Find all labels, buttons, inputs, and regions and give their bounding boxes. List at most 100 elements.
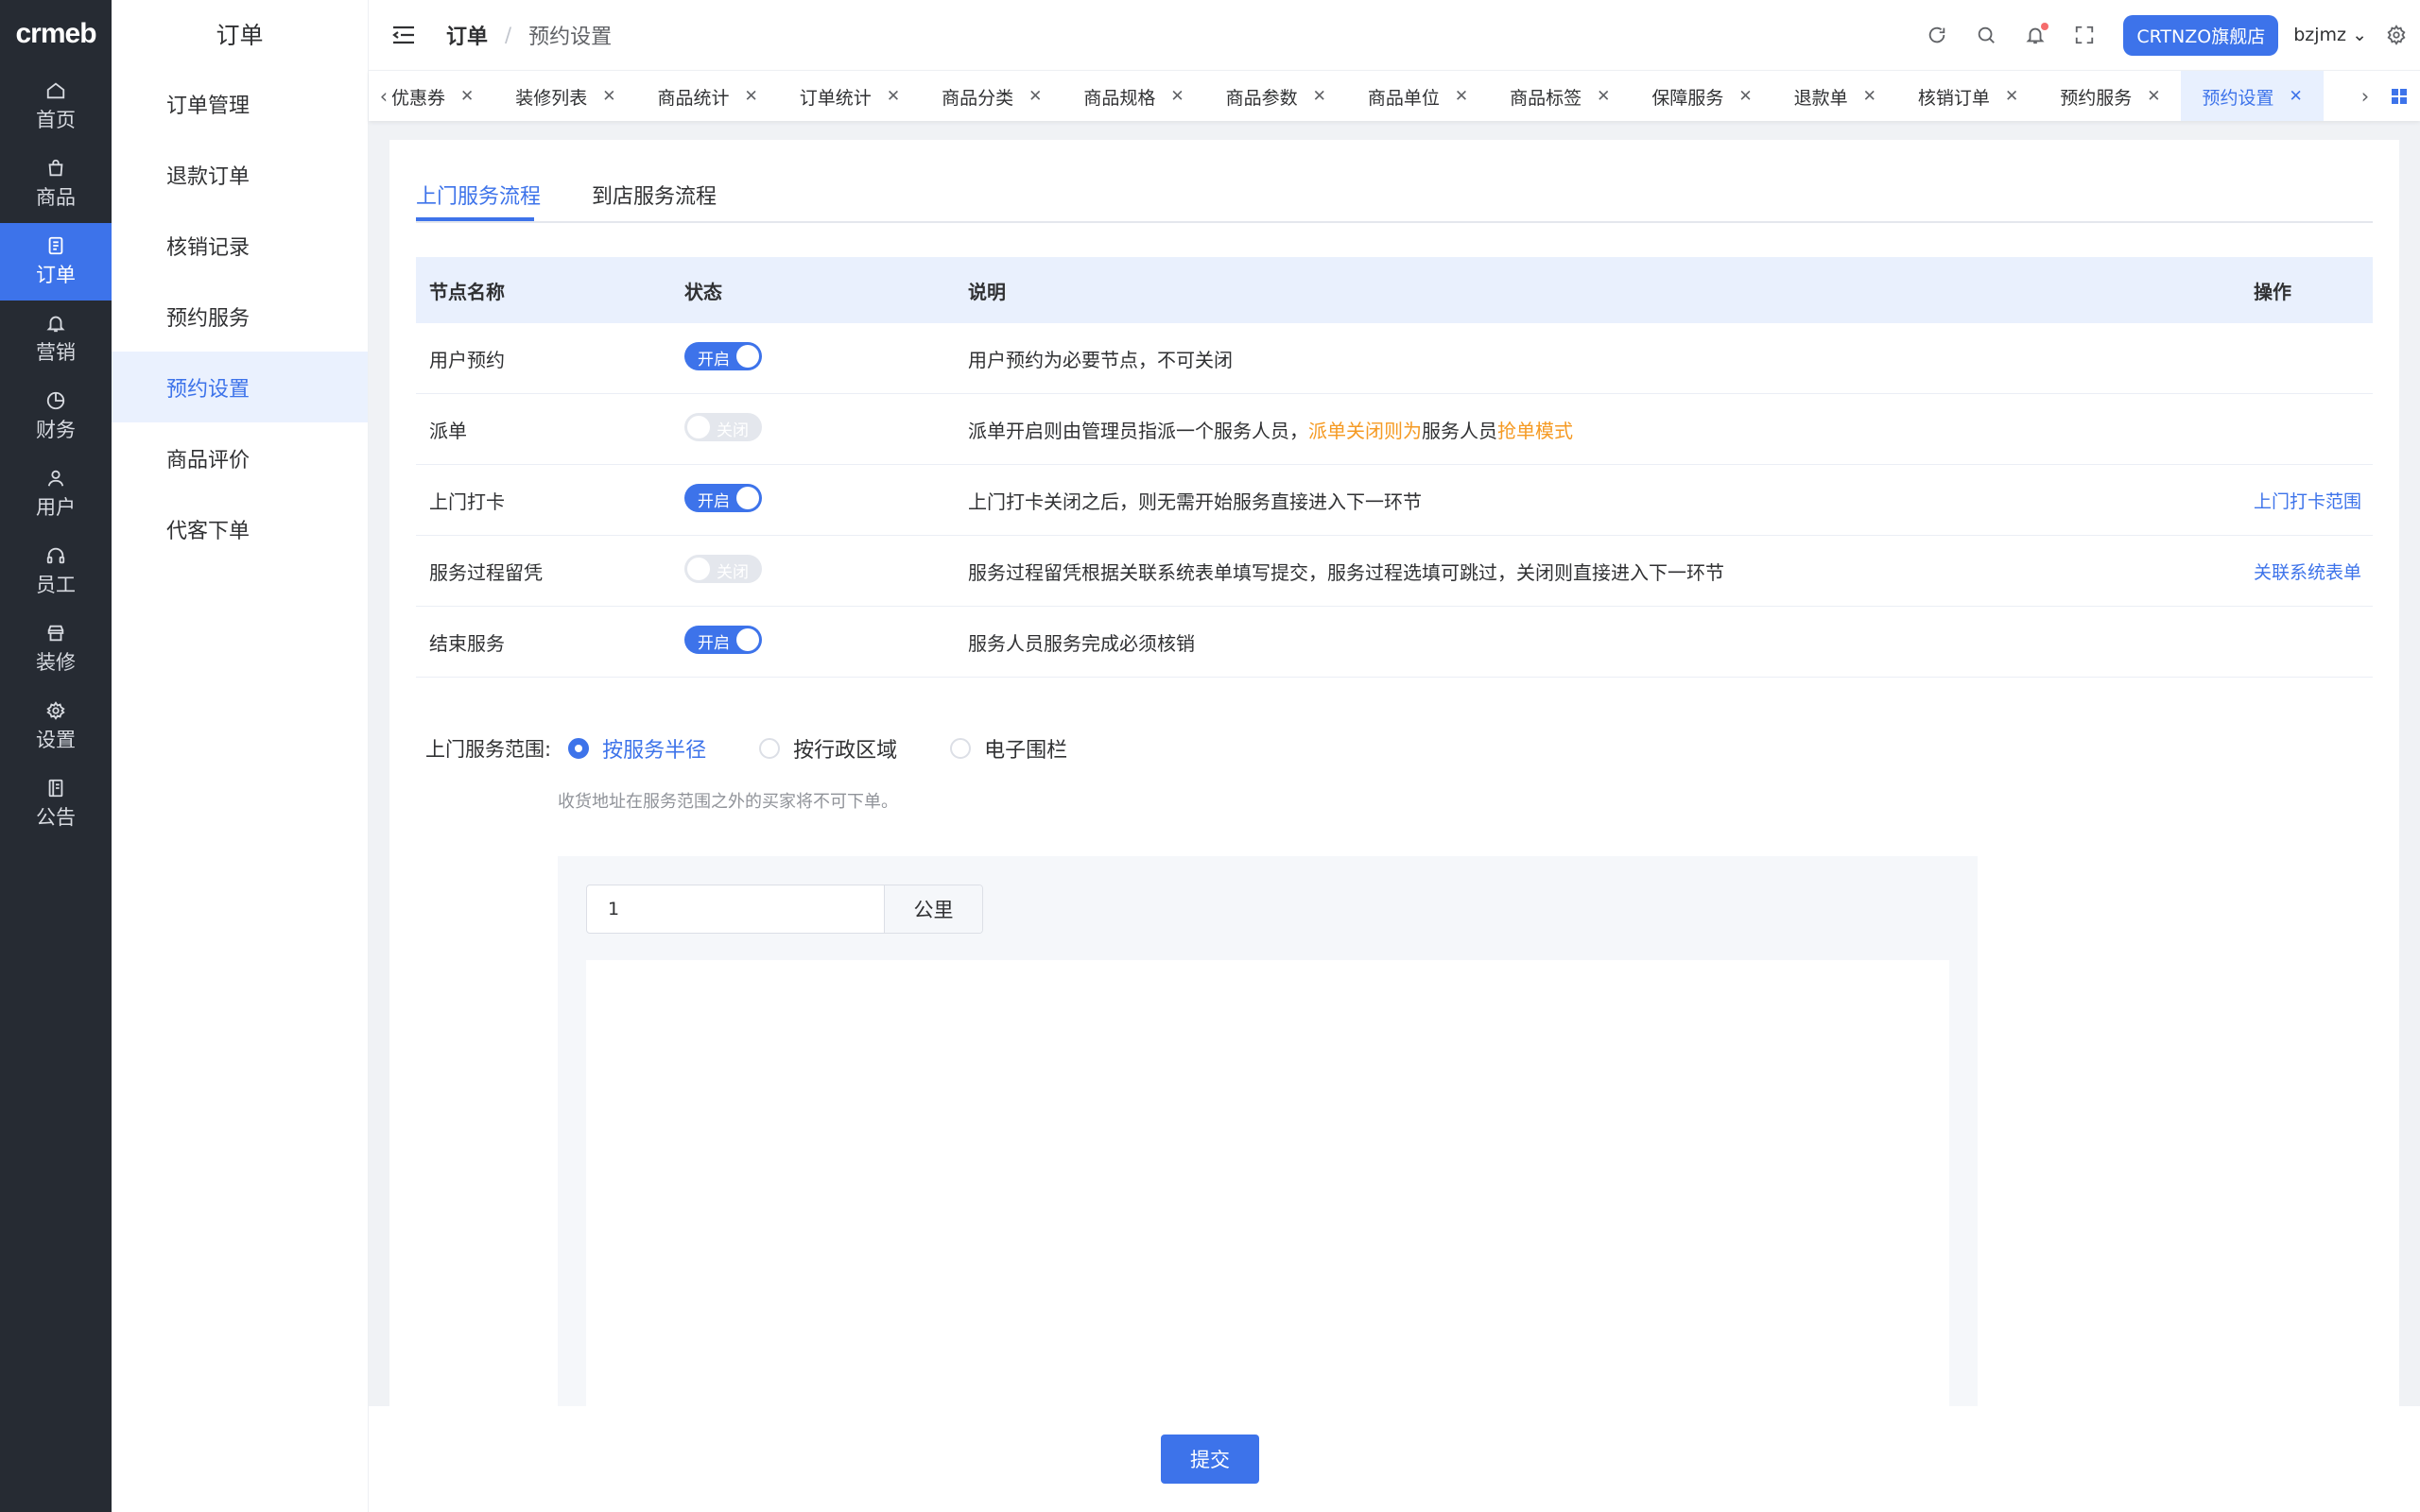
close-icon[interactable]: ✕ <box>1170 87 1184 106</box>
close-icon[interactable]: ✕ <box>1313 87 1326 106</box>
primary-sidebar: crmeb 首页 商品 订单 营销 财务 用户 员工 装修 设置 公告 <box>0 0 112 1512</box>
status-toggle[interactable]: 开启 <box>684 341 762 370</box>
page-tab[interactable]: 商品规格 ✕ <box>1063 71 1204 121</box>
radio-administrative-region[interactable]: 按行政区域 <box>759 733 897 764</box>
tab-store-service-flow[interactable]: 到店服务流程 <box>592 180 717 210</box>
breadcrumb-main[interactable]: 订单 <box>446 20 488 50</box>
submenu-item-verification-records[interactable]: 核销记录 <box>112 210 368 281</box>
column-header-action: 操作 <box>2254 280 2291 303</box>
rail-item-label: 设置 <box>36 729 76 751</box>
search-icon[interactable] <box>1976 25 1996 45</box>
notification-dot <box>2041 23 2049 30</box>
desc-highlight: 派单关闭则为 <box>1308 419 1422 442</box>
radio-service-radius[interactable]: 按服务半径 <box>568 733 706 764</box>
status-toggle[interactable]: 开启 <box>684 483 762 512</box>
store-switch-button[interactable]: CRTNZO旗舰店 <box>2123 14 2279 56</box>
rail-item-notice[interactable]: 公告 <box>0 765 112 843</box>
page-tab[interactable]: 商品单位 ✕ <box>1347 71 1489 121</box>
rail-item-label: 财务 <box>36 419 76 441</box>
submit-button[interactable]: 提交 <box>1161 1435 1259 1484</box>
rail-item-orders[interactable]: 订单 <box>0 223 112 301</box>
page-tab-active[interactable]: 预约设置 ✕ <box>2181 71 2324 121</box>
close-icon[interactable]: ✕ <box>602 87 615 106</box>
distance-input[interactable]: 1 <box>587 885 884 933</box>
tab-label: 退款单 <box>1793 87 1848 109</box>
rail-item-products[interactable]: 商品 <box>0 146 112 223</box>
close-icon[interactable]: ✕ <box>1863 87 1876 106</box>
close-icon[interactable]: ✕ <box>2005 87 2018 106</box>
tab-home-service-flow[interactable]: 上门服务流程 <box>416 180 541 210</box>
page-tab[interactable]: 商品标签 ✕ <box>1489 71 1631 121</box>
page-tab[interactable]: 核销订单 ✕ <box>1897 71 2039 121</box>
pie-chart-icon <box>46 391 65 410</box>
toggle-label: 开启 <box>698 350 730 369</box>
submenu-item-order-management[interactable]: 订单管理 <box>112 68 368 139</box>
node-description: 服务人员服务完成必须核销 <box>968 631 1195 655</box>
tab-label: 保障服务 <box>1651 87 1724 109</box>
rail-item-finance[interactable]: 财务 <box>0 378 112 455</box>
page-tab[interactable]: 商品分类 ✕ <box>921 71 1063 121</box>
menu-collapse-icon[interactable] <box>391 25 416 45</box>
status-toggle[interactable]: 开启 <box>684 625 762 654</box>
submenu-item-appointment-settings[interactable]: 预约设置 <box>112 352 368 422</box>
rail-item-label: 首页 <box>36 109 76 131</box>
tabs-scroll-left-icon[interactable]: ‹ <box>374 71 393 121</box>
brand-logo[interactable]: crmeb <box>0 0 112 68</box>
rail-item-decoration[interactable]: 装修 <box>0 610 112 688</box>
rail-item-staff[interactable]: 员工 <box>0 533 112 610</box>
submenu-item-refund-orders[interactable]: 退款订单 <box>112 139 368 210</box>
page-tab[interactable]: 预约服务 ✕ <box>2039 71 2181 121</box>
linked-form-link[interactable]: 关联系统表单 <box>2240 558 2373 584</box>
rail-item-users[interactable]: 用户 <box>0 455 112 533</box>
close-icon[interactable]: ✕ <box>2147 87 2160 106</box>
desc-highlight: 抢单模式 <box>1497 419 1573 442</box>
rail-item-home[interactable]: 首页 <box>0 68 112 146</box>
main-content-card: 上门服务流程 到店服务流程 节点名称 状态 说明 操作 用户预约 开启 用户预约… <box>389 140 2399 1406</box>
tabs-scroll-right-icon[interactable]: › <box>2356 71 2375 121</box>
radio-circle <box>950 738 972 759</box>
close-icon[interactable]: ✕ <box>887 87 900 106</box>
page-tab[interactable]: 保障服务 ✕ <box>1631 71 1772 121</box>
status-toggle[interactable]: 关闭 <box>684 412 762 441</box>
close-icon[interactable]: ✕ <box>2289 87 2302 106</box>
rail-item-marketing[interactable]: 营销 <box>0 301 112 378</box>
notification-button[interactable] <box>2025 23 2049 45</box>
checkin-range-link[interactable]: 上门打卡范围 <box>2240 488 2373 513</box>
radio-geofence[interactable]: 电子围栏 <box>950 733 1067 764</box>
home-icon <box>46 82 65 99</box>
map-canvas[interactable] <box>586 960 1949 1406</box>
page-tab[interactable]: 退款单 ✕ <box>1773 71 1897 121</box>
close-icon[interactable]: ✕ <box>1597 87 1610 106</box>
breadcrumb-current: 预约设置 <box>528 26 613 49</box>
top-header: 订单 / 预约设置 CRTNZO旗舰店 bzjmz ⌄ <box>369 0 2420 70</box>
page-tab[interactable]: 商品参数 ✕ <box>1205 71 1347 121</box>
close-icon[interactable]: ✕ <box>1455 87 1468 106</box>
rail-item-settings[interactable]: 设置 <box>0 688 112 765</box>
page-tab[interactable]: 装修列表 ✕ <box>494 71 636 121</box>
close-icon[interactable]: ✕ <box>1028 87 1042 106</box>
submenu-item-proxy-order[interactable]: 代客下单 <box>112 493 368 564</box>
page-tab[interactable]: 订单统计 ✕ <box>779 71 921 121</box>
close-icon[interactable]: ✕ <box>745 87 758 106</box>
close-icon[interactable]: ✕ <box>1738 87 1752 106</box>
user-menu[interactable]: bzjmz ⌄ <box>2293 25 2367 45</box>
refresh-icon[interactable] <box>1927 25 1947 45</box>
document-icon <box>48 236 63 255</box>
rail-item-label: 用户 <box>36 496 76 519</box>
node-description: 服务过程留凭根据关联系统表单填写提交，服务过程选填可跳过，关闭则直接进入下一环节 <box>968 560 1724 584</box>
submenu-item-appointment-service[interactable]: 预约服务 <box>112 281 368 352</box>
page-tab[interactable]: 商品统计 ✕ <box>637 71 779 121</box>
page-tab[interactable]: 优惠券 ✕ <box>391 71 494 121</box>
active-tab-indicator <box>416 217 534 221</box>
tab-label: 装修列表 <box>515 87 588 109</box>
fullscreen-icon[interactable] <box>2074 25 2095 45</box>
chevron-down-icon: ⌄ <box>2352 25 2367 45</box>
tab-label: 商品单位 <box>1367 87 1440 109</box>
tabs-menu-button[interactable] <box>2378 71 2420 121</box>
submenu-title: 订单 <box>216 22 264 49</box>
close-icon[interactable]: ✕ <box>460 87 474 106</box>
submenu-item-product-reviews[interactable]: 商品评价 <box>112 422 368 493</box>
settings-gear-icon[interactable] <box>2386 25 2407 45</box>
tab-label: 核销订单 <box>1917 87 1990 109</box>
status-toggle[interactable]: 关闭 <box>684 554 762 583</box>
